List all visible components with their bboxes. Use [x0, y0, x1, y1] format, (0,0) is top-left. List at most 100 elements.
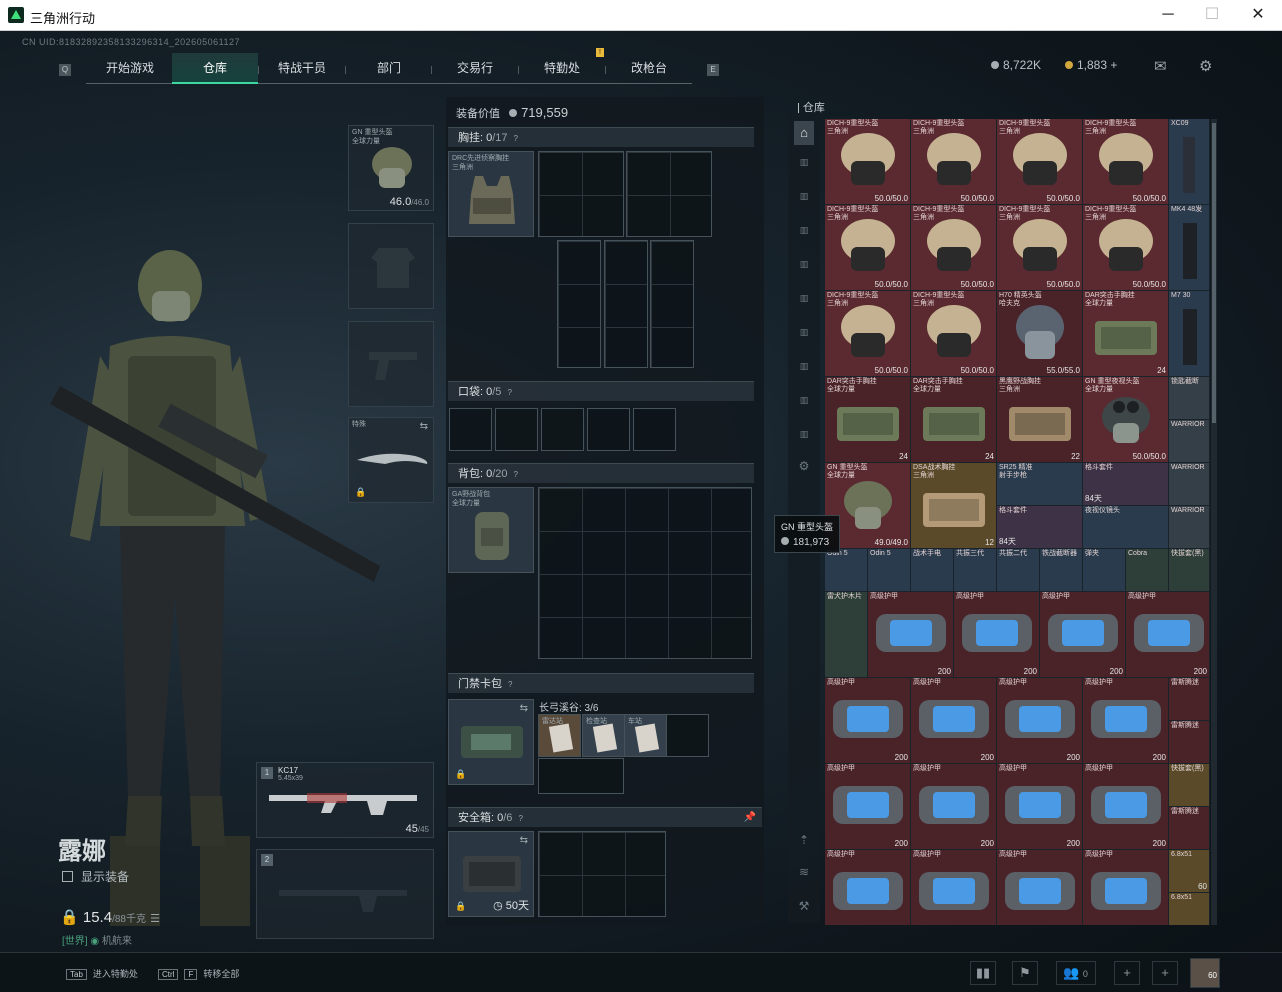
stash-item-dsa-rig[interactable]: DSA战术胸挂 三角洲 12: [911, 463, 997, 549]
helmet-slot[interactable]: GN 重型头盔 全球力量 46.0/46.0: [348, 125, 434, 211]
stash-item-armor[interactable]: 高级护甲 200: [1083, 764, 1169, 850]
stash-item-armor[interactable]: 高级护甲 200: [997, 678, 1083, 764]
help-icon[interactable]: ?: [514, 129, 518, 149]
hint-transfer-all[interactable]: Ctrl F 转移全部: [158, 967, 239, 980]
chest-grid-1[interactable]: [538, 151, 624, 237]
stash-page-icon[interactable]: ▥: [794, 395, 814, 413]
backpack-item[interactable]: GA野战背包 全球力量: [448, 487, 534, 573]
swap-icon[interactable]: ⇆: [420, 421, 428, 432]
stash-page-icon[interactable]: ▥: [794, 429, 814, 447]
help-icon[interactable]: ?: [514, 465, 518, 485]
stash-item-armor[interactable]: 高级护甲: [911, 850, 997, 925]
primary-weapon-slot[interactable]: 1 KC17 5.45x39 45/45: [256, 762, 434, 838]
stash-item-armor[interactable]: 高级护甲 200: [1083, 678, 1169, 764]
add-squad-icon[interactable]: +: [1152, 961, 1178, 985]
stash-item-armor[interactable]: 高级护甲: [1083, 850, 1169, 925]
show-equipment-toggle[interactable]: 显示装备: [62, 868, 129, 885]
pocket-slot[interactable]: [449, 408, 492, 451]
sort-icon[interactable]: ⇡: [794, 833, 814, 851]
tab-department[interactable]: 部门: [350, 53, 428, 84]
chest-grid-2[interactable]: [626, 151, 712, 237]
stash-item-helmet[interactable]: DICH-9重型头盔 三角洲 50.0/50.0: [997, 119, 1083, 205]
stash-item-attachment[interactable]: 共振二代: [997, 549, 1040, 592]
stash-item-xc09[interactable]: XC09: [1169, 119, 1210, 205]
swap-icon[interactable]: ⇆: [520, 703, 528, 714]
tab-special-ops[interactable]: 特勤处: [522, 53, 602, 84]
stash-page-icon[interactable]: ▥: [794, 293, 814, 311]
pocket-slot[interactable]: [495, 408, 538, 451]
stash-item-attachment[interactable]: Odin 5: [868, 549, 911, 592]
nav-next-icon[interactable]: E: [707, 64, 719, 76]
stash-item-warrior[interactable]: WARRIOR: [1169, 506, 1210, 549]
stash-item-attachment[interactable]: 战术手电: [911, 549, 954, 592]
friends-button[interactable]: 👥 0: [1056, 961, 1096, 985]
stash-item-ammo[interactable]: 6.8x51: [1169, 893, 1210, 925]
armor-slot[interactable]: [348, 223, 434, 309]
flag-icon[interactable]: ⚑: [1012, 961, 1038, 985]
tab-trading[interactable]: 交易行: [435, 53, 515, 84]
stash-item-helmet-h70[interactable]: H70 精英头盔 哈夫克 55.0/55.0: [997, 291, 1083, 377]
mail-icon[interactable]: ✉: [1154, 57, 1167, 75]
stash-item-helmet[interactable]: DICH-9重型头盔 三角洲 50.0/50.0: [911, 119, 997, 205]
stash-item-scope[interactable]: 锁匙截断: [1169, 377, 1210, 420]
stash-page-icon[interactable]: ▥: [794, 361, 814, 379]
stash-item-armor[interactable]: 高级护甲 200: [825, 764, 911, 850]
tools-icon[interactable]: ⚒: [794, 899, 814, 917]
stash-item-drink[interactable]: 雷斯腾迷: [1169, 807, 1210, 850]
stash-item-melee-kit[interactable]: 格斗套件 84天: [1083, 463, 1169, 506]
list-icon[interactable]: ☰: [150, 913, 160, 925]
scrollbar-thumb[interactable]: [1212, 123, 1216, 423]
stash-settings-icon[interactable]: ⚙: [794, 459, 814, 477]
close-button[interactable]: ✕: [1236, 4, 1280, 26]
stash-item-attachment[interactable]: Odin 5: [825, 549, 868, 592]
stash-page-icon[interactable]: ▥: [794, 225, 814, 243]
stash-item-helmet[interactable]: DICH-9重型头盔 三角洲 50.0/50.0: [1083, 119, 1169, 205]
holster-slot[interactable]: [348, 321, 434, 407]
stash-item-chest-rig[interactable]: DAR突击手胸挂 全球力量 24: [1083, 291, 1169, 377]
stash-item-armor[interactable]: 高级护甲 200: [911, 678, 997, 764]
stash-item-helmet[interactable]: DICH-9重型头盔 三角洲 50.0/50.0: [825, 205, 911, 291]
safebox-grid[interactable]: [538, 831, 666, 917]
stash-item-armor[interactable]: 高级护甲 200: [825, 678, 911, 764]
melee-slot[interactable]: 特殊 ⇆ 🔒: [348, 417, 434, 503]
stash-item-magazine[interactable]: M7 30: [1169, 291, 1210, 377]
stash-item-kit[interactable]: 雷犬护木片: [825, 592, 868, 678]
stash-item-ammo[interactable]: 6.8x51 60: [1169, 850, 1210, 893]
minimize-button[interactable]: ─: [1146, 4, 1190, 26]
stash-item-nv-helmet[interactable]: GN 重型夜视头盔 全球力量 50.0/50.0: [1083, 377, 1169, 463]
keycard-slot[interactable]: 检查站: [582, 714, 625, 757]
settings-gear-icon[interactable]: ⚙: [1199, 57, 1212, 75]
tab-operators[interactable]: 特战干员: [262, 53, 342, 84]
help-icon[interactable]: ?: [507, 383, 511, 403]
pocket-slot[interactable]: [633, 408, 676, 451]
stash-item-melee-kit[interactable]: 格斗套件 84天: [997, 506, 1083, 549]
help-icon[interactable]: ?: [518, 809, 522, 829]
stash-item-nv-lens[interactable]: 夜视仪镜头: [1083, 506, 1169, 549]
stash-item-helmet[interactable]: DICH-9重型头盔 三角洲 50.0/50.0: [997, 205, 1083, 291]
pocket-slot[interactable]: [587, 408, 630, 451]
keycard-case[interactable]: ⇆ 🔒: [448, 699, 534, 785]
stash-page-icon[interactable]: ▥: [794, 191, 814, 209]
world-chat[interactable]: [世界] ◉ 机航来: [62, 932, 132, 947]
stash-item-armor[interactable]: 高级护甲 200: [868, 592, 954, 678]
stash-item-chest-rig[interactable]: DAR突击手胸挂 全球力量 24: [911, 377, 997, 463]
keycard-slot-empty[interactable]: [538, 758, 624, 794]
layers-icon[interactable]: ≋: [794, 865, 814, 883]
player-avatar[interactable]: 60: [1190, 958, 1220, 988]
stash-item-chest-rig[interactable]: DAR突击手胸挂 全球力量 24: [825, 377, 911, 463]
add-squad-icon[interactable]: +: [1114, 961, 1140, 985]
stash-item-armor[interactable]: 高级护甲 200: [1126, 592, 1210, 678]
tab-gunsmith[interactable]: 改枪台: [609, 53, 689, 84]
stash-item-armor[interactable]: 高级护甲 200: [1040, 592, 1126, 678]
stash-item-attachment[interactable]: 快拔套(黑): [1169, 549, 1210, 592]
stash-item-helmet[interactable]: DICH-9重型头盔 三角洲 50.0/50.0: [825, 119, 911, 205]
stash-page-icon[interactable]: ▥: [794, 259, 814, 277]
stats-icon[interactable]: ▮▮: [970, 961, 996, 985]
add-currency-button[interactable]: +: [1110, 58, 1117, 72]
secondary-weapon-slot[interactable]: 2: [256, 849, 434, 939]
stash-item-armor[interactable]: 高级护甲: [997, 850, 1083, 925]
pin-icon[interactable]: 📌: [744, 808, 756, 828]
pocket-slot[interactable]: [541, 408, 584, 451]
stash-item-chest-rig[interactable]: 黑鹰野战胸挂 三角洲 22: [997, 377, 1083, 463]
hint-enter-special-ops[interactable]: Tab 进入特勤处: [66, 967, 138, 980]
